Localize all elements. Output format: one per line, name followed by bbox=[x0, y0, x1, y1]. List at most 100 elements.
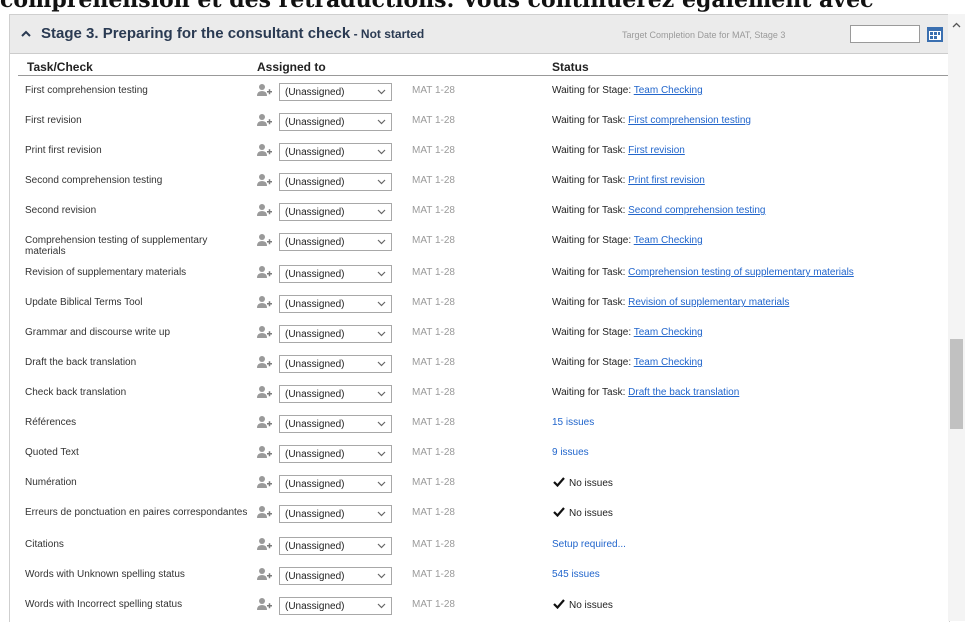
chevron-down-icon bbox=[377, 573, 386, 579]
add-user-icon[interactable] bbox=[256, 173, 272, 187]
scripture-range: MAT 1-28 bbox=[412, 417, 455, 428]
assignee-value: (Unassigned) bbox=[285, 509, 345, 520]
status-link[interactable]: Comprehension testing of supplementary m… bbox=[628, 267, 854, 278]
scripture-range: MAT 1-28 bbox=[412, 447, 455, 458]
chevron-down-icon bbox=[377, 451, 386, 457]
assignee-select[interactable]: (Unassigned) bbox=[279, 537, 392, 555]
assignee-select[interactable]: (Unassigned) bbox=[279, 597, 392, 615]
assignee-value: (Unassigned) bbox=[285, 449, 345, 460]
add-user-icon[interactable] bbox=[256, 415, 272, 429]
add-user-icon[interactable] bbox=[256, 445, 272, 459]
assignee-value: (Unassigned) bbox=[285, 541, 345, 552]
vertical-scrollbar[interactable] bbox=[948, 14, 965, 621]
status-link[interactable]: Team Checking bbox=[634, 327, 703, 338]
status-link[interactable]: Print first revision bbox=[628, 175, 705, 186]
issues-link[interactable]: 9 issues bbox=[552, 447, 589, 458]
assignee-value: (Unassigned) bbox=[285, 389, 345, 400]
table-row: Second comprehension testing (Unassigned)… bbox=[10, 170, 949, 200]
chevron-down-icon bbox=[377, 239, 386, 245]
table-row: Second revision (Unassigned) MAT 1-28 Waiti… bbox=[10, 200, 949, 230]
add-user-icon[interactable] bbox=[256, 113, 272, 127]
assignee-value: (Unassigned) bbox=[285, 177, 345, 188]
add-user-icon[interactable] bbox=[256, 597, 272, 611]
assignee-select[interactable]: (Unassigned) bbox=[279, 475, 392, 493]
stage-panel: Stage 3. Preparing for the consultant ch… bbox=[9, 14, 950, 622]
scripture-range: MAT 1-28 bbox=[412, 507, 455, 518]
check-icon bbox=[553, 477, 565, 487]
task-name: Revision of supplementary materials bbox=[25, 267, 187, 278]
status-link[interactable]: First revision bbox=[628, 145, 685, 156]
status-link[interactable]: Draft the back translation bbox=[628, 387, 739, 398]
status-link[interactable]: Team Checking bbox=[634, 357, 703, 368]
assignee-value: (Unassigned) bbox=[285, 207, 345, 218]
scripture-range: MAT 1-28 bbox=[412, 569, 455, 580]
no-issues-text: No issues bbox=[569, 478, 613, 489]
add-user-icon[interactable] bbox=[256, 325, 272, 339]
assignee-select[interactable]: (Unassigned) bbox=[279, 415, 392, 433]
scripture-range: MAT 1-28 bbox=[412, 205, 455, 216]
scripture-range: MAT 1-28 bbox=[412, 599, 455, 610]
status-link[interactable]: Team Checking bbox=[634, 85, 703, 96]
add-user-icon[interactable] bbox=[256, 295, 272, 309]
chevron-down-icon bbox=[377, 543, 386, 549]
scripture-range: MAT 1-28 bbox=[412, 145, 455, 156]
task-status: No issues bbox=[552, 599, 613, 611]
add-user-icon[interactable] bbox=[256, 233, 272, 247]
assignee-select[interactable]: (Unassigned) bbox=[279, 203, 392, 221]
assignee-select[interactable]: (Unassigned) bbox=[279, 113, 392, 131]
assignee-select[interactable]: (Unassigned) bbox=[279, 385, 392, 403]
task-name: Numération bbox=[25, 477, 77, 488]
task-name: Update Biblical Terms Tool bbox=[25, 297, 143, 308]
issues-link[interactable]: 15 issues bbox=[552, 417, 594, 428]
assignee-value: (Unassigned) bbox=[285, 87, 345, 98]
assignee-select[interactable]: (Unassigned) bbox=[279, 325, 392, 343]
add-user-icon[interactable] bbox=[256, 355, 272, 369]
assignee-select[interactable]: (Unassigned) bbox=[279, 233, 392, 251]
check-icon bbox=[553, 599, 565, 609]
table-row: Citations (Unassigned) MAT 1-28 Setup requi… bbox=[10, 534, 949, 564]
task-status: Waiting for Stage: Team Checking bbox=[552, 235, 703, 246]
assignee-select[interactable]: (Unassigned) bbox=[279, 265, 392, 283]
status-link[interactable]: Team Checking bbox=[634, 235, 703, 246]
add-user-icon[interactable] bbox=[256, 537, 272, 551]
task-name: Citations bbox=[25, 539, 64, 550]
task-name: Grammar and discourse write up bbox=[25, 327, 171, 338]
assignee-select[interactable]: (Unassigned) bbox=[279, 173, 392, 191]
status-link[interactable]: First comprehension testing bbox=[628, 115, 751, 126]
add-user-icon[interactable] bbox=[256, 203, 272, 217]
issues-link[interactable]: Setup required... bbox=[552, 539, 626, 550]
scripture-range: MAT 1-28 bbox=[412, 297, 455, 308]
chevron-down-icon bbox=[377, 179, 386, 185]
table-row: Words with Unknown spelling status (Unass… bbox=[10, 564, 949, 594]
assignee-value: (Unassigned) bbox=[285, 479, 345, 490]
add-user-icon[interactable] bbox=[256, 385, 272, 399]
add-user-icon[interactable] bbox=[256, 567, 272, 581]
assignee-select[interactable]: (Unassigned) bbox=[279, 143, 392, 161]
assignee-select[interactable]: (Unassigned) bbox=[279, 83, 392, 101]
issues-link[interactable]: 545 issues bbox=[552, 569, 600, 580]
status-prefix: Waiting for Task: bbox=[552, 145, 629, 156]
assignee-select[interactable]: (Unassigned) bbox=[279, 295, 392, 313]
scripture-range: MAT 1-28 bbox=[412, 387, 455, 398]
add-user-icon[interactable] bbox=[256, 475, 272, 489]
add-user-icon[interactable] bbox=[256, 265, 272, 279]
task-name: Print first revision bbox=[25, 145, 102, 156]
chevron-down-icon bbox=[377, 511, 386, 517]
table-row: Words with Incorrect spelling status (Una… bbox=[10, 594, 949, 622]
status-link[interactable]: Second comprehension testing bbox=[628, 205, 765, 216]
scroll-up-icon[interactable] bbox=[952, 22, 961, 28]
assignee-select[interactable]: (Unassigned) bbox=[279, 355, 392, 373]
assignee-value: (Unassigned) bbox=[285, 117, 345, 128]
table-row: Références (Unassigned) MAT 1-28 15 issues bbox=[10, 412, 949, 442]
scrollbar-thumb[interactable] bbox=[950, 339, 963, 429]
task-status: 545 issues bbox=[552, 569, 600, 580]
assignee-select[interactable]: (Unassigned) bbox=[279, 505, 392, 523]
task-status: Waiting for Task: Second comprehension t… bbox=[552, 205, 765, 216]
assignee-select[interactable]: (Unassigned) bbox=[279, 567, 392, 585]
add-user-icon[interactable] bbox=[256, 505, 272, 519]
table-row: Numération (Unassigned) MAT 1-28 No issues bbox=[10, 472, 949, 502]
add-user-icon[interactable] bbox=[256, 83, 272, 97]
status-link[interactable]: Revision of supplementary materials bbox=[628, 297, 789, 308]
add-user-icon[interactable] bbox=[256, 143, 272, 157]
assignee-select[interactable]: (Unassigned) bbox=[279, 445, 392, 463]
